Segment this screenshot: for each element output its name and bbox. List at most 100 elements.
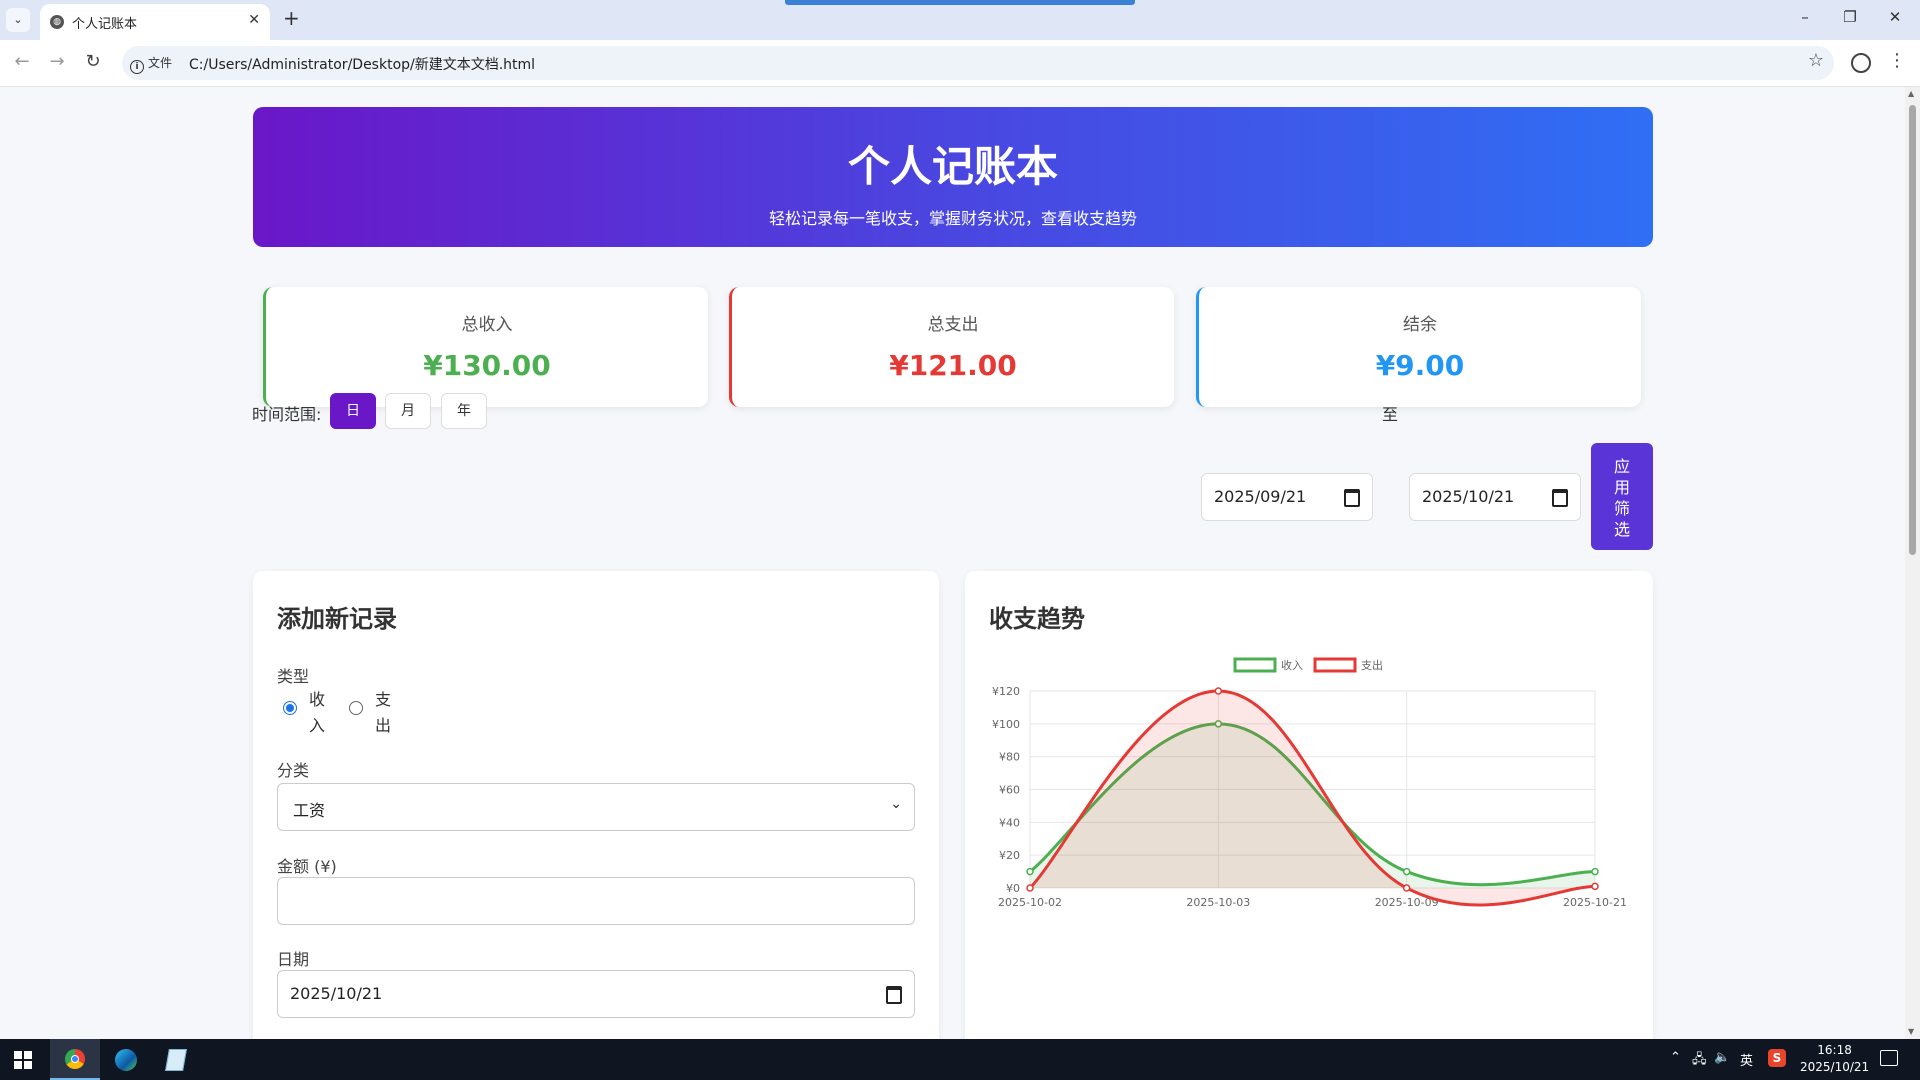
data-point: [1214, 687, 1223, 695]
window-drag-indicator: [785, 0, 1135, 5]
scroll-down-arrow-icon[interactable]: ▼: [1908, 1027, 1914, 1036]
site-info-label: 文件: [148, 56, 173, 70]
date-label: 日期: [277, 950, 310, 969]
browser-toolbar: ← → ↻ i 文件 C:/Users/Administrator/Desktop…: [0, 40, 1920, 87]
notification-center-icon[interactable]: [1880, 1050, 1898, 1066]
back-arrow-icon[interactable]: ←: [10, 51, 34, 72]
type-income-radio[interactable]: [283, 701, 297, 715]
scrollbar-thumb[interactable]: [1909, 105, 1916, 555]
record-date-input[interactable]: 2025/10/21: [277, 970, 915, 1018]
y-tick-label: ¥80: [999, 751, 1020, 764]
income-summary-card: 总收入 ¥130.00: [263, 287, 708, 407]
type-expense-radio[interactable]: [349, 701, 363, 715]
browser-tab[interactable]: ◍ 个人记账本 ✕: [40, 4, 270, 40]
close-tab-icon[interactable]: ✕: [248, 12, 260, 28]
windows-start-icon[interactable]: [14, 1051, 32, 1069]
network-icon[interactable]: 🖧: [1692, 1050, 1707, 1072]
start-date-value: 2025/09/21: [1214, 487, 1307, 506]
start-tile: [14, 1051, 22, 1059]
calendar-icon[interactable]: [1552, 489, 1568, 507]
taskbar-chrome[interactable]: [50, 1039, 100, 1080]
range-day-button[interactable]: 日: [330, 393, 376, 429]
close-window-icon[interactable]: ✕: [1880, 8, 1910, 26]
data-point: [1591, 882, 1599, 891]
legend-label-0: 收入: [1281, 658, 1303, 672]
income-value: ¥130.00: [423, 349, 551, 382]
info-icon: i: [130, 60, 144, 74]
add-record-title: 添加新记录: [277, 605, 397, 633]
apply-filter-button[interactable]: 应用筛选: [1591, 443, 1653, 550]
amount-label: 金额 (¥): [277, 857, 337, 876]
sogou-ime-icon[interactable]: S: [1768, 1049, 1786, 1067]
x-tick-label: 2025-10-21: [1563, 896, 1627, 909]
amount-input[interactable]: [277, 877, 915, 925]
y-tick-label: ¥120: [992, 685, 1020, 698]
forward-arrow-icon[interactable]: →: [45, 51, 69, 72]
url-text[interactable]: C:/Users/Administrator/Desktop/新建文本文档.ht…: [189, 54, 535, 74]
taskbar-edge[interactable]: [100, 1039, 150, 1080]
address-bar[interactable]: i 文件 C:/Users/Administrator/Desktop/新建文本文…: [122, 46, 1834, 80]
tab-list-chevron-icon[interactable]: ⌄: [6, 8, 30, 32]
range-month-button[interactable]: 月: [385, 393, 431, 429]
tab-title: 个人记账本: [72, 17, 138, 32]
y-tick-label: ¥100: [992, 718, 1020, 731]
data-point: [1026, 884, 1034, 892]
x-tick-label: 2025-10-03: [1186, 896, 1250, 909]
chevron-down-icon: ⌄: [890, 796, 902, 812]
category-select[interactable]: 工资 ⌄: [277, 783, 915, 831]
data-point: [1026, 867, 1034, 876]
expense-label: 总支出: [927, 315, 979, 335]
data-point: [1591, 867, 1599, 876]
category-label: 分类: [277, 761, 310, 780]
start-tile: [24, 1051, 32, 1059]
ime-language-indicator[interactable]: 英: [1740, 1050, 1753, 1069]
balance-label: 结余: [1403, 315, 1437, 335]
page-viewport: 个人记账本 轻松记录每一笔收支，掌握财务状况，查看收支趋势 总收入 ¥130.0…: [0, 87, 1905, 1039]
reload-icon[interactable]: ↻: [81, 51, 105, 72]
taskbar-clock[interactable]: 16:18 2025/10/21: [1800, 1042, 1869, 1076]
type-label: 类型: [277, 667, 310, 686]
y-tick-label: ¥40: [999, 816, 1020, 829]
trend-chart: ¥0 ¥20 ¥40 ¥60 ¥80 ¥100 ¥120 2025-10-02 2025-10-…: [992, 657, 1627, 909]
new-tab-plus-icon[interactable]: +: [283, 6, 300, 30]
series-area-1: [1030, 691, 1595, 906]
filter-start-date-input[interactable]: 2025/09/21: [1201, 473, 1373, 521]
bookmark-star-icon[interactable]: ☆: [1808, 50, 1824, 71]
y-tick-label: ¥20: [999, 849, 1020, 862]
volume-icon[interactable]: 🔈: [1714, 1050, 1730, 1065]
y-tick-label: ¥60: [999, 784, 1020, 797]
scroll-up-arrow-icon[interactable]: ▲: [1908, 89, 1914, 98]
browser-tab-strip: ⌄ ◍ 个人记账本 ✕ + – ❐ ✕: [0, 0, 1920, 40]
end-date-value: 2025/10/21: [1422, 487, 1515, 506]
income-label: 总收入: [461, 315, 513, 335]
legend-swatch-0: [1233, 657, 1277, 673]
tray-chevron-up-icon[interactable]: ⌃: [1670, 1050, 1681, 1065]
data-point: [1402, 867, 1411, 876]
notepad-icon: [165, 1049, 187, 1071]
range-year-button[interactable]: 年: [441, 393, 487, 429]
clock-date: 2025/10/21: [1800, 1060, 1870, 1074]
calendar-icon[interactable]: [1344, 489, 1360, 507]
type-income-label[interactable]: 收入: [309, 687, 327, 739]
clock-time: 16:18: [1817, 1043, 1852, 1057]
add-record-card: 添加新记录 类型 收入 支出 分类 工资 ⌄ 金额 (¥) 日期 2025/10…: [253, 571, 939, 1039]
browser-menu-icon[interactable]: ⋮: [1888, 50, 1906, 71]
type-expense-label[interactable]: 支出: [375, 687, 393, 739]
calendar-icon[interactable]: [886, 986, 902, 1004]
restore-icon[interactable]: ❐: [1835, 8, 1865, 26]
profile-avatar-icon[interactable]: [1851, 53, 1871, 73]
start-tile: [24, 1061, 32, 1069]
expense-value: ¥121.00: [889, 349, 1017, 382]
x-tick-label: 2025-10-02: [998, 896, 1062, 909]
trend-chart-card: 收支趋势 ¥0 ¥20 ¥40 ¥60 ¥80 ¥100 ¥120 2025-10-02 202…: [965, 571, 1653, 1039]
page-title: 个人记账本: [847, 142, 1058, 191]
taskbar-notepad[interactable]: [150, 1039, 200, 1080]
filter-end-date-input[interactable]: 2025/10/21: [1409, 473, 1581, 521]
record-date-value: 2025/10/21: [290, 984, 383, 1003]
site-info-chip[interactable]: i 文件: [130, 54, 172, 74]
page-scrollbar[interactable]: ▲ ▼: [1905, 87, 1920, 1039]
start-tile: [14, 1061, 22, 1069]
minimize-icon[interactable]: –: [1790, 8, 1820, 26]
globe-icon: ◍: [50, 15, 64, 29]
taskbar: ⌃ 🖧 🔈 英 S 16:18 2025/10/21: [0, 1039, 1920, 1080]
